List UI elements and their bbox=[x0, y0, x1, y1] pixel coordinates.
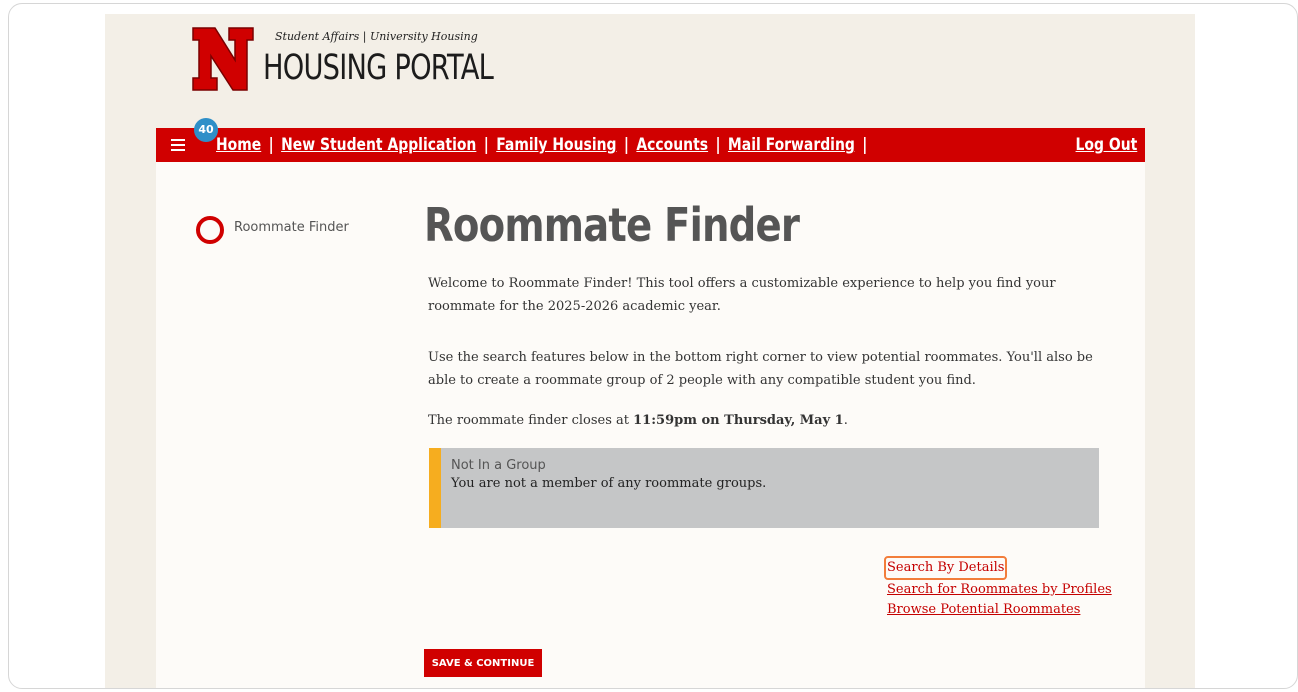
main-nav: 40 Home | New Student Application | Family H… bbox=[156, 118, 1145, 162]
nav-separator: | bbox=[862, 135, 868, 155]
nav-separator: | bbox=[268, 135, 274, 155]
brand-subtitle: Student Affairs | University Housing bbox=[275, 30, 478, 43]
nebraska-n-logo[interactable] bbox=[191, 26, 255, 92]
hamburger-menu-icon[interactable] bbox=[171, 139, 185, 151]
alert-title: Not In a Group bbox=[451, 458, 546, 473]
deadline-date: 11:59pm on Thursday, May 1 bbox=[633, 413, 844, 428]
deadline-paragraph: The roommate finder closes at 11:59pm on… bbox=[428, 409, 1118, 432]
save-continue-button[interactable]: SAVE & CONTINUE bbox=[424, 649, 542, 677]
deadline-prefix: The roommate finder closes at bbox=[428, 413, 634, 428]
search-by-details-link[interactable]: Search By Details bbox=[884, 556, 1112, 580]
window-frame: Student Affairs | University Housing HOU… bbox=[8, 3, 1298, 689]
nav-links: Home | New Student Application | Family Hous… bbox=[216, 135, 875, 155]
step-indicator-icon bbox=[196, 216, 224, 244]
nav-family-housing-link[interactable]: Family Housing bbox=[496, 135, 616, 155]
nav-mail-forwarding-link[interactable]: Mail Forwarding bbox=[728, 135, 855, 155]
log-out-link[interactable]: Log Out bbox=[1075, 135, 1137, 155]
nav-separator: | bbox=[483, 135, 489, 155]
nav-separator: | bbox=[623, 135, 629, 155]
browse-roommates-link[interactable]: Browse Potential Roommates bbox=[887, 600, 1112, 620]
nav-separator: | bbox=[715, 135, 721, 155]
brand-title: HOUSING PORTAL bbox=[263, 48, 494, 88]
nav-home-link[interactable]: Home bbox=[216, 135, 261, 155]
nav-accounts-link[interactable]: Accounts bbox=[636, 135, 708, 155]
nav-new-student-application-link[interactable]: New Student Application bbox=[281, 135, 476, 155]
search-by-profiles-link[interactable]: Search for Roommates by Profiles bbox=[887, 580, 1112, 600]
group-status-alert: Not In a Group You are not a member of a… bbox=[429, 448, 1099, 528]
search-by-details-label[interactable]: Search By Details bbox=[884, 556, 1008, 580]
search-links: Search By Details Search for Roommates b… bbox=[884, 556, 1112, 620]
content-area: Roommate Finder Roommate Finder Welcome … bbox=[156, 162, 1145, 688]
alert-body: You are not a member of any roommate gro… bbox=[451, 476, 767, 491]
page-container: Student Affairs | University Housing HOU… bbox=[105, 14, 1195, 688]
page-title: Roommate Finder bbox=[424, 198, 800, 252]
deadline-suffix: . bbox=[843, 413, 848, 428]
instructions-paragraph: Use the search features below in the bot… bbox=[428, 350, 1093, 388]
notification-badge[interactable]: 40 bbox=[194, 118, 218, 142]
step-label[interactable]: Roommate Finder bbox=[234, 220, 349, 235]
intro-paragraph: Welcome to Roommate Finder! This tool of… bbox=[428, 276, 1056, 314]
